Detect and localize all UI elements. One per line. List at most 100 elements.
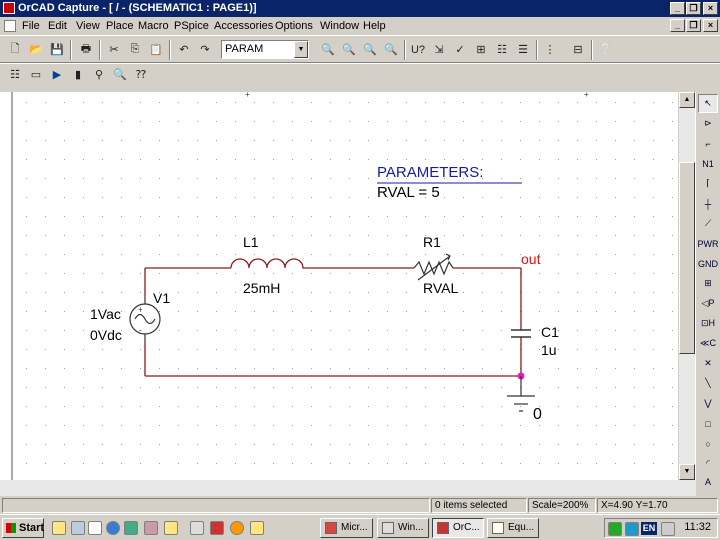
resistor-ref-label[interactable]: R1	[423, 234, 441, 250]
media-icon[interactable]	[124, 521, 138, 535]
place-line-icon[interactable]: ╲	[698, 374, 718, 393]
run-icon[interactable]: ▶	[47, 65, 67, 84]
menu-help[interactable]: Help	[363, 19, 386, 33]
place-off-page-icon[interactable]: ≪C	[698, 334, 718, 353]
print-icon[interactable]: 🖶	[76, 40, 96, 59]
resistor-value-label[interactable]: RVAL	[423, 280, 458, 296]
zoom-all-icon[interactable]: 🔍	[381, 40, 401, 59]
doc-close-button[interactable]: ×	[703, 19, 718, 32]
document-quicklaunch-icon[interactable]	[88, 521, 102, 535]
scroll-thumb[interactable]	[679, 162, 695, 354]
snap-to-grid-icon[interactable]: ⋮	[540, 40, 560, 59]
app-quicklaunch-icon[interactable]	[210, 521, 224, 535]
select-tool-icon[interactable]: ↖	[698, 94, 718, 113]
menu-accessories[interactable]: Accessories	[214, 19, 273, 33]
save-icon[interactable]: 💾	[47, 40, 67, 59]
place-power-icon[interactable]: PWR	[698, 234, 719, 253]
task-windows[interactable]: Win...	[377, 518, 429, 538]
power-marker-icon[interactable]: ⁇	[131, 65, 151, 84]
doc-minimize-button[interactable]: _	[670, 19, 685, 32]
zoom-out-icon[interactable]: 🔍	[339, 40, 359, 59]
source-dc-label[interactable]: 0Vdc	[90, 327, 122, 343]
minimize-button[interactable]: _	[670, 2, 685, 15]
place-pin-icon[interactable]: ⊡H	[698, 314, 718, 333]
task-orcad[interactable]: OrC...	[432, 518, 484, 538]
ground-label[interactable]: 0	[533, 406, 542, 423]
app-quicklaunch-icon[interactable]	[144, 521, 158, 535]
view-results-icon[interactable]: ▮	[68, 65, 88, 84]
orcad-app-icon[interactable]	[3, 2, 15, 14]
vertical-scrollbar[interactable]: ▲ ▼	[678, 92, 695, 480]
language-indicator[interactable]: EN	[641, 522, 657, 535]
current-marker-icon[interactable]: 🔍	[110, 65, 130, 84]
zoom-in-icon[interactable]: 🔍	[318, 40, 338, 59]
place-bus-icon[interactable]: ⌈	[698, 174, 718, 193]
inductor-ref-label[interactable]: L1	[243, 234, 259, 250]
folder-icon[interactable]	[250, 521, 264, 535]
folder-icon[interactable]	[52, 521, 66, 535]
volume-icon[interactable]	[661, 522, 675, 536]
place-arc-icon[interactable]: ◜	[698, 454, 718, 473]
place-hierarchical-block-icon[interactable]: ⊞	[698, 274, 718, 293]
menu-options[interactable]: Options	[275, 19, 313, 33]
edit-simulation-icon[interactable]: ▭	[26, 65, 46, 84]
menu-window[interactable]: Window	[320, 19, 359, 33]
place-text-icon[interactable]: A	[698, 472, 718, 491]
copy-icon[interactable]: ⎘	[125, 40, 145, 59]
horizontal-scrollbar[interactable]	[0, 480, 696, 496]
doc-restore-button[interactable]: ❐	[686, 19, 701, 32]
cross-reference-icon[interactable]: ☷	[492, 40, 512, 59]
drc-icon[interactable]: ✓	[450, 40, 470, 59]
app-quicklaunch-icon[interactable]	[230, 521, 244, 535]
new-simulation-icon[interactable]: ☷	[5, 65, 25, 84]
bill-of-materials-icon[interactable]: ☰	[513, 40, 533, 59]
annotate-icon[interactable]: U?	[408, 40, 428, 59]
place-polyline-icon[interactable]: ⋁	[698, 394, 718, 413]
place-no-connect-icon[interactable]: ✕	[698, 354, 718, 373]
place-net-alias-icon[interactable]: N1	[698, 154, 718, 173]
place-rectangle-icon[interactable]: □	[698, 414, 718, 433]
redo-icon[interactable]: ↷	[195, 40, 215, 59]
restore-button[interactable]: ❐	[686, 2, 701, 15]
source-ac-label[interactable]: 1Vac	[90, 306, 121, 322]
place-ground-icon[interactable]: GND	[698, 254, 718, 273]
chevron-down-icon[interactable]: ▼	[294, 41, 308, 58]
menu-edit[interactable]: Edit	[48, 19, 67, 33]
paste-icon[interactable]: 📋	[146, 40, 166, 59]
open-icon[interactable]: 📂	[26, 40, 46, 59]
undo-icon[interactable]: ↶	[174, 40, 194, 59]
folder-icon[interactable]	[164, 521, 178, 535]
cap-ref-label[interactable]: C1	[541, 324, 559, 340]
new-icon[interactable]: 🗋	[5, 40, 25, 59]
params-value[interactable]: RVAL = 5	[377, 184, 440, 201]
task-microsoft[interactable]: Micr...	[320, 518, 373, 538]
params-title[interactable]: PARAMETERS:	[377, 164, 483, 181]
menu-macro[interactable]: Macro	[138, 19, 169, 33]
net-label-out[interactable]: out	[521, 251, 541, 267]
place-part-icon[interactable]: ⊳	[698, 114, 718, 133]
voltage-marker-icon[interactable]: ⚲	[89, 65, 109, 84]
project-manager-icon[interactable]: ⊟	[568, 40, 588, 59]
menu-view[interactable]: View	[76, 19, 100, 33]
schematic-canvas[interactable]: + + + - PARAMETERS: RVAL = 5 L1 25mH R1 …	[0, 92, 696, 488]
menu-pspice[interactable]: PSpice	[174, 19, 209, 33]
menu-file[interactable]: File	[22, 19, 40, 33]
printer-icon[interactable]	[190, 521, 204, 535]
desktop-icon[interactable]	[71, 521, 85, 535]
network-icon[interactable]	[608, 522, 622, 536]
part-combo[interactable]: PARAM ▼	[221, 40, 309, 59]
clock[interactable]: 11:32	[684, 521, 711, 533]
scroll-up-icon[interactable]: ▲	[679, 92, 695, 108]
place-wire-icon[interactable]: ⌐	[698, 134, 718, 153]
back-annotate-icon[interactable]: ⇲	[429, 40, 449, 59]
cut-icon[interactable]: ✂	[104, 40, 124, 59]
create-netlist-icon[interactable]: ⊞	[471, 40, 491, 59]
place-port-icon[interactable]: ◁P	[698, 294, 718, 313]
scroll-down-icon[interactable]: ▼	[679, 464, 695, 480]
close-button[interactable]: ×	[703, 2, 718, 15]
help-icon[interactable]: ❔	[596, 40, 616, 59]
task-equation[interactable]: Equ...	[487, 518, 539, 538]
document-icon[interactable]	[4, 20, 16, 32]
menu-place[interactable]: Place	[106, 19, 134, 33]
source-ref-label[interactable]: V1	[153, 290, 170, 306]
